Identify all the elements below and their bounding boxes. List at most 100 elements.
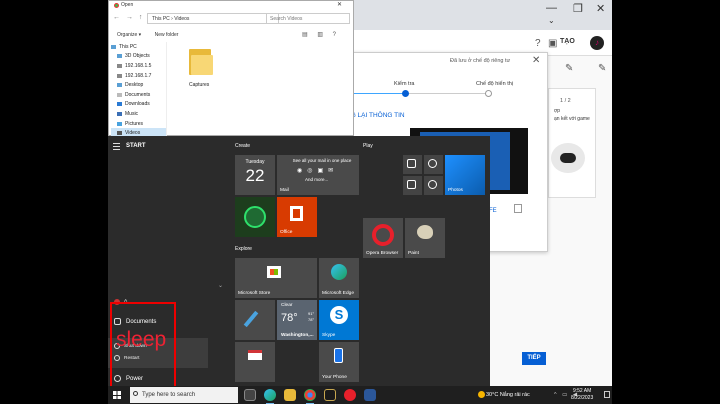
calendar-tile[interactable]: Tuesday 22 (235, 155, 275, 195)
start-menu: START A Documents Shut down Restart Powe… (108, 136, 490, 389)
side-card-text: ạn kết với game (554, 116, 590, 122)
sidebar-item-label: This PC (119, 43, 137, 50)
tile-label: Photos (448, 188, 463, 193)
sidebar-item-label: Music (125, 110, 139, 117)
breadcrumb-item[interactable]: This PC (152, 16, 170, 22)
paint-tile[interactable]: Paint (405, 218, 445, 258)
next-button[interactable]: TIẾP (522, 352, 546, 365)
sidebar-item-music[interactable]: Music (111, 109, 166, 119)
word-icon[interactable] (364, 389, 376, 401)
notification-icon[interactable] (604, 391, 610, 398)
sidebar-item-label: 192.168.1.5 (125, 62, 152, 69)
opera-icon[interactable] (344, 389, 356, 401)
chevron-down-icon[interactable]: ⌄ (548, 16, 555, 25)
close-icon[interactable]: ✕ (532, 55, 540, 66)
calendar-date: 22 (245, 166, 265, 185)
sidebar-item-3d-objects[interactable]: 3D Objects (111, 52, 166, 62)
skype-tile[interactable]: S Skype (319, 300, 359, 340)
folder-icon[interactable] (189, 47, 213, 77)
news-icon (248, 350, 262, 360)
close-icon[interactable]: ✕ (596, 2, 605, 15)
search-input[interactable]: Search Videos (266, 13, 350, 24)
news-tile[interactable] (235, 342, 275, 382)
tile-label: Skype (322, 333, 336, 338)
nav-arrows-icon[interactable]: ← → ↑ (113, 14, 144, 21)
edit-icon[interactable]: ✎ (598, 63, 606, 74)
taskbar-search-input[interactable]: Type here to search (130, 387, 238, 403)
copy-icon[interactable] (514, 204, 522, 213)
microsoft-edge-tile[interactable]: Microsoft Edge (319, 258, 359, 298)
weather-city: Washington,... (281, 333, 314, 338)
avatar[interactable]: ♪ (590, 36, 604, 50)
picture-icon (117, 121, 122, 126)
clock-date: 8/22/2023 (571, 395, 594, 401)
tile-label: Opera Browser (366, 251, 399, 256)
sidebar-item-network-7[interactable]: 192.168.1.7 (111, 71, 166, 81)
step-label-visibility[interactable]: Chế độ hiển thị (476, 81, 513, 87)
side-card-text: ợp (554, 108, 561, 114)
sidebar-item-this-pc[interactable]: This PC (111, 42, 166, 52)
breadcrumb-item[interactable]: Videos (174, 16, 189, 22)
toolbar: Organize ▾ New folder (117, 32, 190, 38)
video-icon (117, 131, 122, 136)
edit-icon[interactable]: ✎ (565, 63, 573, 74)
file-explorer-icon[interactable] (284, 389, 296, 401)
groove-tile[interactable] (424, 155, 443, 174)
tile-label: Office (280, 230, 293, 235)
video-link[interactable]: FE (489, 208, 497, 214)
microsoft-store-tile[interactable]: Microsoft Store (235, 258, 317, 298)
weather-temperature: 78° (281, 312, 298, 324)
sidebar-item-downloads[interactable]: Downloads (111, 100, 166, 110)
camera-tile[interactable] (424, 176, 443, 195)
sidebar-item-label: 192.168.1.7 (125, 72, 152, 79)
sidebar-item-documents[interactable]: Documents (111, 90, 166, 100)
network-drive-icon (117, 63, 122, 68)
windows-start-icon[interactable] (113, 391, 121, 399)
photos-tile[interactable]: Photos (445, 155, 485, 195)
camera-icon (428, 180, 437, 189)
sidebar-item-pictures[interactable]: Pictures (111, 119, 166, 129)
upload-camera-icon[interactable]: ▣ (548, 38, 557, 49)
movies-tile[interactable] (403, 155, 422, 174)
open-file-dialog: Open ✕ ← → ↑ This PC › Videos Search Vid… (108, 0, 354, 138)
taskbar-weather[interactable]: 30°C Nắng rải rác (486, 392, 530, 398)
tile-label: Your Phone (322, 375, 347, 380)
edge-icon[interactable] (264, 389, 276, 404)
office-tile[interactable]: Office (277, 197, 317, 237)
taskbar-clock[interactable]: 9:52 AM 8/22/2023 (571, 388, 593, 402)
step-dot-review (402, 90, 409, 97)
weather-tile[interactable]: Clear 78° 91° 78° Washington,... (277, 300, 317, 340)
opera-tile[interactable]: Opera Browser (363, 218, 403, 258)
sidebar-item-label: Desktop (125, 82, 144, 89)
game-icon[interactable] (324, 389, 336, 401)
minimize-icon[interactable]: — (546, 2, 557, 14)
chrome-icon[interactable] (304, 389, 316, 404)
folder-name[interactable]: Captures (189, 82, 209, 88)
help-icon[interactable]: ? (535, 38, 541, 49)
create-button[interactable]: TẠO (560, 38, 575, 45)
sidebar-item-network-5[interactable]: 192.168.1.5 (111, 61, 166, 71)
dialog-heading: NG LẠI THÔNG TIN (346, 112, 405, 119)
view-options-icon[interactable]: ▤ ▥ ? (302, 31, 340, 38)
whatsapp-tile[interactable] (235, 197, 275, 237)
pencil-icon (243, 310, 259, 328)
close-icon[interactable]: ✕ (337, 1, 342, 8)
sidebar-item-label: 3D Objects (125, 53, 150, 60)
step-label-review[interactable]: Kiểm tra (394, 81, 414, 87)
music-icon (428, 159, 437, 168)
new-folder-button[interactable]: New folder (155, 32, 179, 38)
desktop-screen: — ❐ ✕ ⌄ ? ▣ TẠO ♪ ✎ ✎ 1 / 2 ợp ạn kết vớ… (0, 0, 720, 404)
your-phone-tile[interactable]: Your Phone (319, 342, 359, 382)
mail-tile[interactable]: See all your mail in one place ◉◎▣✉ And … (277, 155, 359, 195)
whiteboard-tile[interactable] (235, 300, 275, 340)
organize-button[interactable]: Organize ▾ (117, 32, 141, 38)
chevron-down-icon[interactable]: ⌄ (218, 282, 223, 289)
sidebar-item-label: Documents (125, 91, 151, 98)
sidebar-item-desktop[interactable]: Desktop (111, 80, 166, 90)
menu-icon[interactable] (113, 143, 120, 152)
address-bar[interactable]: This PC › Videos (147, 13, 279, 24)
calculator-tile[interactable] (403, 176, 422, 195)
task-view-icon[interactable] (244, 389, 256, 401)
group-play: Play (363, 143, 373, 149)
maximize-icon[interactable]: ❐ (573, 2, 583, 15)
